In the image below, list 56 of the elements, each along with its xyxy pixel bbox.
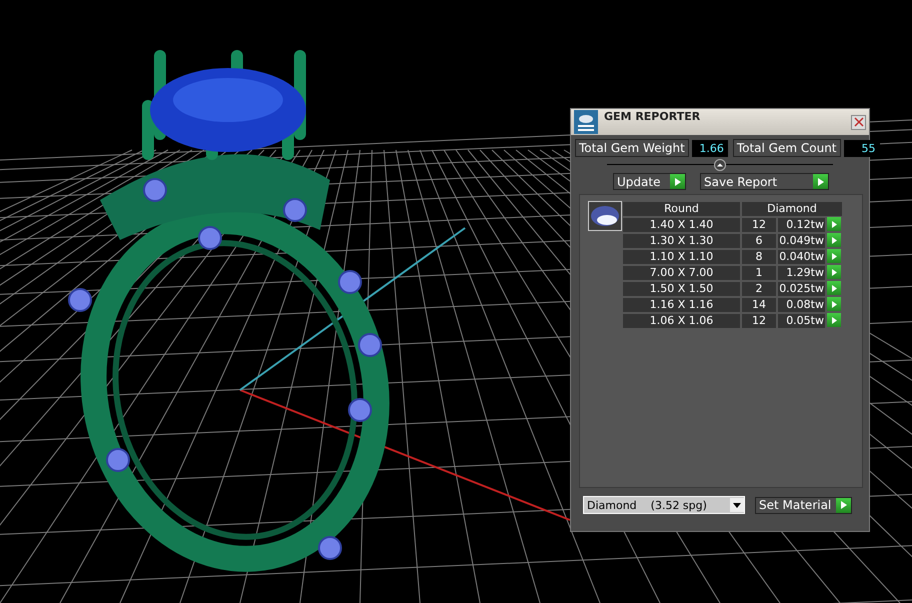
action-button-label: Save Report bbox=[703, 174, 778, 188]
table-cell: 1.10 X 1.10 bbox=[622, 249, 741, 265]
total-weight-label: Total Gem Weight bbox=[575, 139, 689, 157]
play-icon bbox=[832, 220, 836, 228]
table-cell: 14 bbox=[741, 297, 777, 313]
close-icon bbox=[854, 117, 864, 127]
table-cell: 6 bbox=[741, 233, 777, 249]
table-cell: 1.06 X 1.06 bbox=[622, 313, 741, 329]
table-cell: 12 bbox=[741, 217, 777, 233]
table-cell: 8 bbox=[741, 249, 777, 265]
row-go-button[interactable] bbox=[827, 249, 841, 263]
table-cell: 0.040tw bbox=[777, 249, 826, 265]
row-go-button[interactable] bbox=[827, 313, 841, 327]
run-button[interactable] bbox=[836, 498, 851, 512]
window-title: GEM REPORTER bbox=[604, 110, 702, 123]
table-cell: 1.16 X 1.16 bbox=[622, 297, 741, 313]
table-cell: 0.049tw bbox=[777, 233, 826, 249]
material-dropdown[interactable]: Diamond (3.52 spg) bbox=[583, 496, 745, 514]
column-header: Round bbox=[622, 201, 741, 217]
play-icon bbox=[818, 178, 824, 186]
row-go-button[interactable] bbox=[827, 281, 841, 295]
close-button[interactable] bbox=[851, 114, 866, 130]
row-go-button[interactable] bbox=[827, 265, 841, 279]
table-cell: 0.08tw bbox=[777, 297, 826, 313]
play-icon bbox=[832, 236, 836, 244]
material-value: Diamond (3.52 spg) bbox=[586, 498, 707, 512]
table-cell: 1.40 X 1.40 bbox=[622, 217, 741, 233]
action-button-label: Update bbox=[616, 174, 662, 188]
table-cell: 1 bbox=[741, 265, 777, 281]
app-icon bbox=[574, 110, 598, 134]
table-cell: 0.05tw bbox=[777, 313, 826, 329]
table-cell: 1.29tw bbox=[777, 265, 826, 281]
table-cell: 1.50 X 1.50 bbox=[622, 281, 741, 297]
dropdown-caret-icon bbox=[733, 502, 741, 508]
total-count-label: Total Gem Count bbox=[732, 139, 841, 157]
play-icon bbox=[832, 284, 836, 292]
table-cell: 0.025tw bbox=[777, 281, 826, 297]
action-button-label: Set Material bbox=[758, 498, 832, 512]
table-cell: 0.12tw bbox=[777, 217, 826, 233]
play-icon bbox=[840, 501, 846, 509]
column-header: Diamond bbox=[741, 201, 843, 217]
row-go-button[interactable] bbox=[827, 233, 841, 247]
row-go-button[interactable] bbox=[827, 297, 841, 311]
table-cell: 1.30 X 1.30 bbox=[622, 233, 741, 249]
total-weight-value: 1.66 bbox=[692, 140, 728, 156]
total-count-value: 55 bbox=[844, 140, 880, 156]
play-icon bbox=[832, 268, 836, 276]
play-icon bbox=[832, 252, 836, 260]
row-go-button[interactable] bbox=[827, 217, 841, 231]
table-cell: 12 bbox=[741, 313, 777, 329]
table-cell: 2 bbox=[741, 281, 777, 297]
collapse-handle-icon[interactable] bbox=[713, 159, 727, 171]
play-icon bbox=[832, 300, 836, 308]
play-icon bbox=[832, 316, 836, 324]
play-icon bbox=[674, 178, 680, 186]
table-cell: 7.00 X 7.00 bbox=[622, 265, 741, 281]
